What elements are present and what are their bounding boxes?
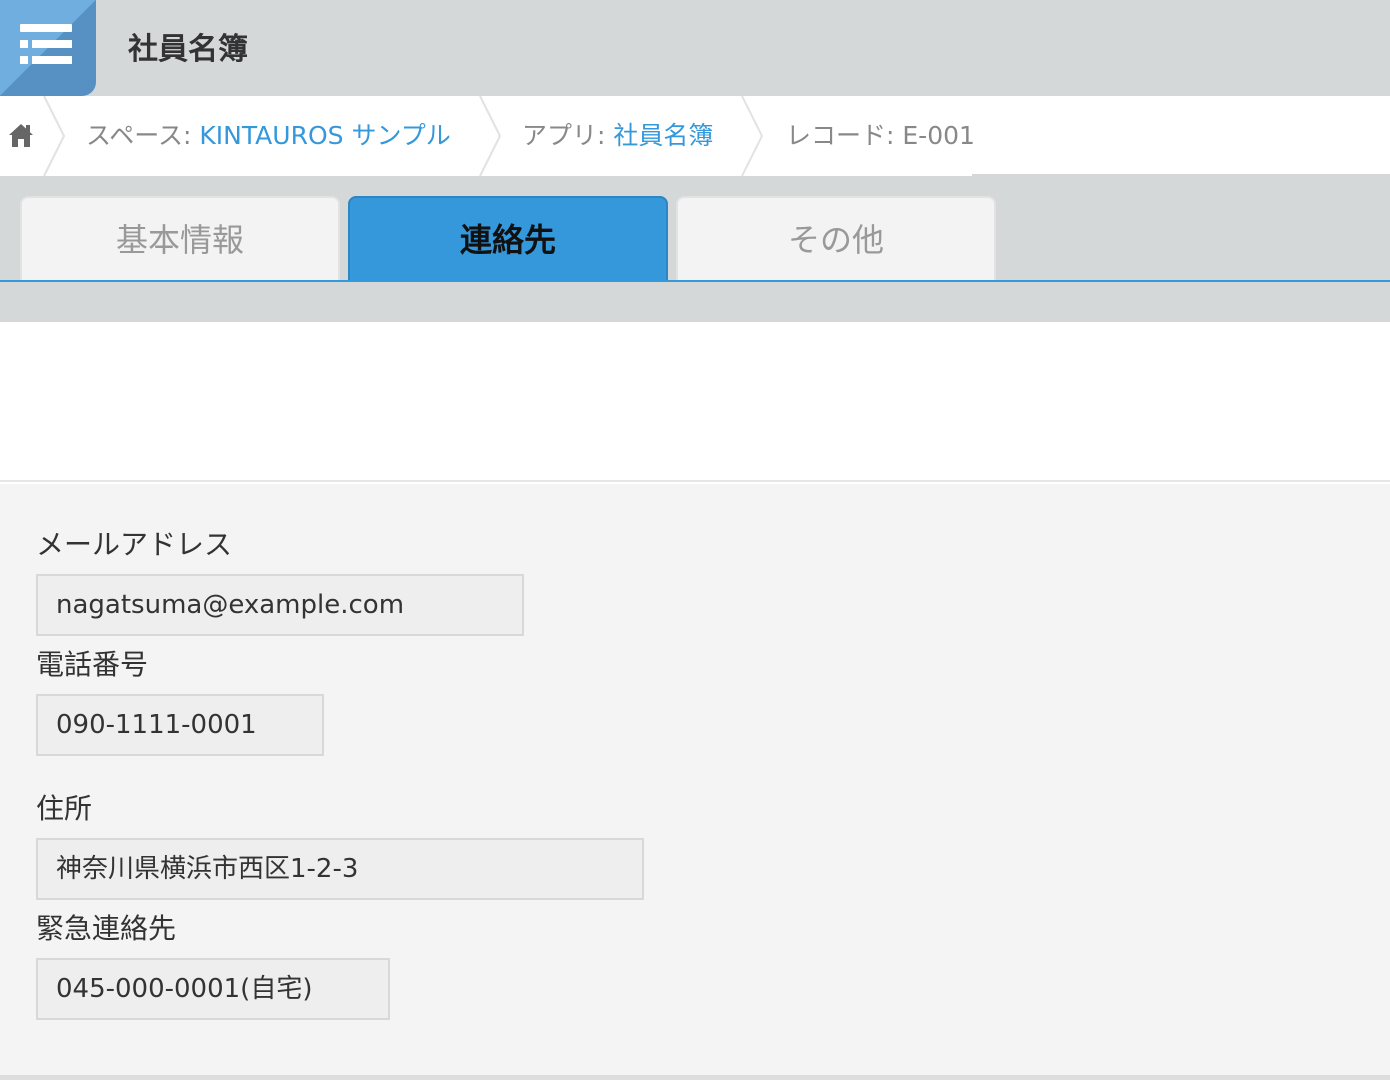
- breadcrumb: スペース: KINTAUROS サンプル アプリ: 社員名簿 レコード: E-0…: [0, 96, 1390, 176]
- breadcrumb-space[interactable]: スペース: KINTAUROS サンプル: [86, 120, 451, 152]
- breadcrumb-record-prefix: レコード:: [786, 121, 903, 150]
- emergency-contact-field[interactable]: 045-000-0001(自宅): [36, 958, 390, 1020]
- emergency-contact-label: 緊急連絡先: [36, 912, 177, 945]
- breadcrumb-separator: [479, 96, 502, 176]
- phone-label: 電話番号: [36, 648, 149, 681]
- tab-bar: 基本情報 連絡先 その他: [0, 176, 1390, 322]
- address-field[interactable]: 神奈川県横浜市西区1-2-3: [36, 838, 644, 900]
- breadcrumb-app-link[interactable]: 社員名簿: [613, 121, 713, 150]
- breadcrumb-space-prefix: スペース:: [86, 121, 200, 150]
- breadcrumb-app-prefix: アプリ:: [522, 121, 614, 150]
- breadcrumb-record-id: E-001: [902, 121, 975, 150]
- home-icon[interactable]: [6, 120, 36, 150]
- breadcrumb-separator: [741, 96, 764, 176]
- content-spacer: [0, 322, 1390, 482]
- breadcrumb-record: レコード: E-001: [786, 120, 975, 152]
- breadcrumb-app[interactable]: アプリ: 社員名簿: [522, 120, 713, 152]
- tab-basic-info[interactable]: 基本情報: [20, 196, 340, 280]
- app-title: 社員名簿: [128, 32, 248, 67]
- email-label: メールアドレス: [36, 528, 233, 561]
- phone-field[interactable]: 090-1111-0001: [36, 694, 324, 756]
- contact-form: メールアドレス nagatsuma@example.com 電話番号 090-1…: [0, 484, 1390, 1080]
- tab-underline: [0, 280, 1390, 282]
- bottom-divider: [0, 1075, 1390, 1080]
- breadcrumb-separator: [43, 96, 66, 176]
- app-icon[interactable]: [0, 0, 96, 96]
- tab-contact[interactable]: 連絡先: [348, 196, 668, 282]
- email-field[interactable]: nagatsuma@example.com: [36, 574, 524, 636]
- breadcrumb-space-link[interactable]: KINTAUROS サンプル: [199, 121, 450, 150]
- address-label: 住所: [36, 792, 93, 825]
- list-icon: [20, 24, 72, 64]
- app-header: 社員名簿: [0, 0, 1390, 96]
- tab-other[interactable]: その他: [676, 196, 996, 280]
